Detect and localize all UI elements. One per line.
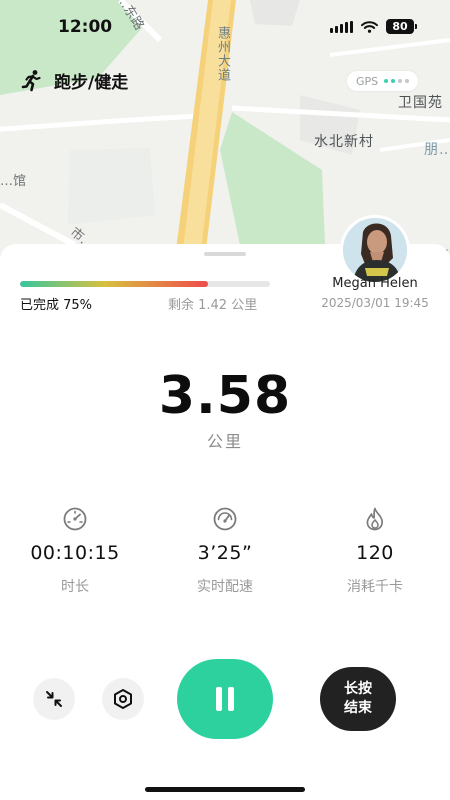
end-label-line1: 长按 bbox=[344, 681, 372, 697]
map-label-shuibei: 水北新村 bbox=[314, 134, 374, 150]
home-indicator[interactable] bbox=[145, 787, 305, 792]
calories-label: 消耗千卡 bbox=[347, 579, 403, 595]
workout-panel: 已完成 75% 剩余 1.42 公里 Megan Helen 2025/03/0… bbox=[0, 215, 450, 800]
calories-value: 120 bbox=[356, 542, 394, 564]
duration-value: 00:10:15 bbox=[30, 542, 120, 564]
goal-progress-bar bbox=[20, 281, 270, 287]
stat-pace: 3’25” 实时配速 bbox=[150, 506, 300, 596]
distance-value: 3.58 bbox=[158, 366, 292, 426]
pause-icon bbox=[216, 687, 234, 711]
speedometer-icon bbox=[213, 507, 237, 531]
pace-value: 3’25” bbox=[197, 542, 253, 564]
stat-duration: 00:10:15 时长 bbox=[0, 506, 150, 596]
battery-icon: 80 bbox=[386, 19, 417, 34]
status-bar: 12:00 80 bbox=[0, 0, 450, 50]
gps-label: GPS bbox=[356, 74, 379, 88]
map-label-peng: 朋… bbox=[424, 142, 450, 158]
gps-indicator: GPS bbox=[347, 71, 419, 91]
activity-header[interactable]: 跑步/健走 bbox=[20, 68, 128, 93]
stopwatch-icon bbox=[63, 507, 87, 531]
map-label-guan: …馆 bbox=[0, 174, 27, 189]
avatar[interactable] bbox=[340, 215, 410, 285]
stats-row: 00:10:15 时长 3’25” 实时配速 120 消耗千卡 bbox=[0, 506, 450, 596]
long-press-end-button[interactable]: 长按 结束 bbox=[320, 667, 396, 731]
activity-title: 跑步/健走 bbox=[54, 73, 129, 93]
collapse-arrows-icon bbox=[46, 691, 62, 707]
gps-dot bbox=[405, 79, 410, 83]
avatar-image bbox=[343, 218, 407, 282]
completed-text: 已完成 75% bbox=[20, 298, 93, 313]
gps-dot bbox=[384, 79, 389, 83]
map-label-weiguo: 卫国苑 bbox=[398, 95, 443, 111]
pause-button[interactable] bbox=[177, 659, 273, 739]
goal-progress-fill bbox=[20, 281, 208, 287]
end-label-line2: 结束 bbox=[344, 700, 372, 716]
wifi-icon bbox=[361, 20, 378, 33]
stat-calories: 120 消耗千卡 bbox=[300, 506, 450, 596]
collapse-button[interactable] bbox=[33, 678, 75, 720]
drag-handle[interactable] bbox=[204, 252, 246, 256]
pace-label: 实时配速 bbox=[197, 579, 253, 595]
status-time: 12:00 bbox=[58, 17, 113, 37]
hexagon-settings-icon bbox=[114, 689, 132, 709]
running-person-icon bbox=[21, 69, 41, 91]
duration-label: 时长 bbox=[61, 579, 89, 595]
flame-icon bbox=[366, 507, 383, 531]
gps-dot bbox=[398, 79, 403, 83]
distance-unit: 公里 bbox=[206, 432, 243, 451]
signal-icon bbox=[330, 20, 353, 33]
status-icons: 80 bbox=[330, 19, 417, 34]
user-name: Megan Helen bbox=[332, 276, 418, 291]
gps-signal-dots bbox=[384, 79, 410, 83]
remaining-text: 剩余 1.42 公里 bbox=[168, 298, 258, 313]
workout-datetime: 2025/03/01 19:45 bbox=[321, 296, 429, 310]
gps-dot bbox=[391, 79, 396, 83]
settings-button[interactable] bbox=[102, 678, 144, 720]
